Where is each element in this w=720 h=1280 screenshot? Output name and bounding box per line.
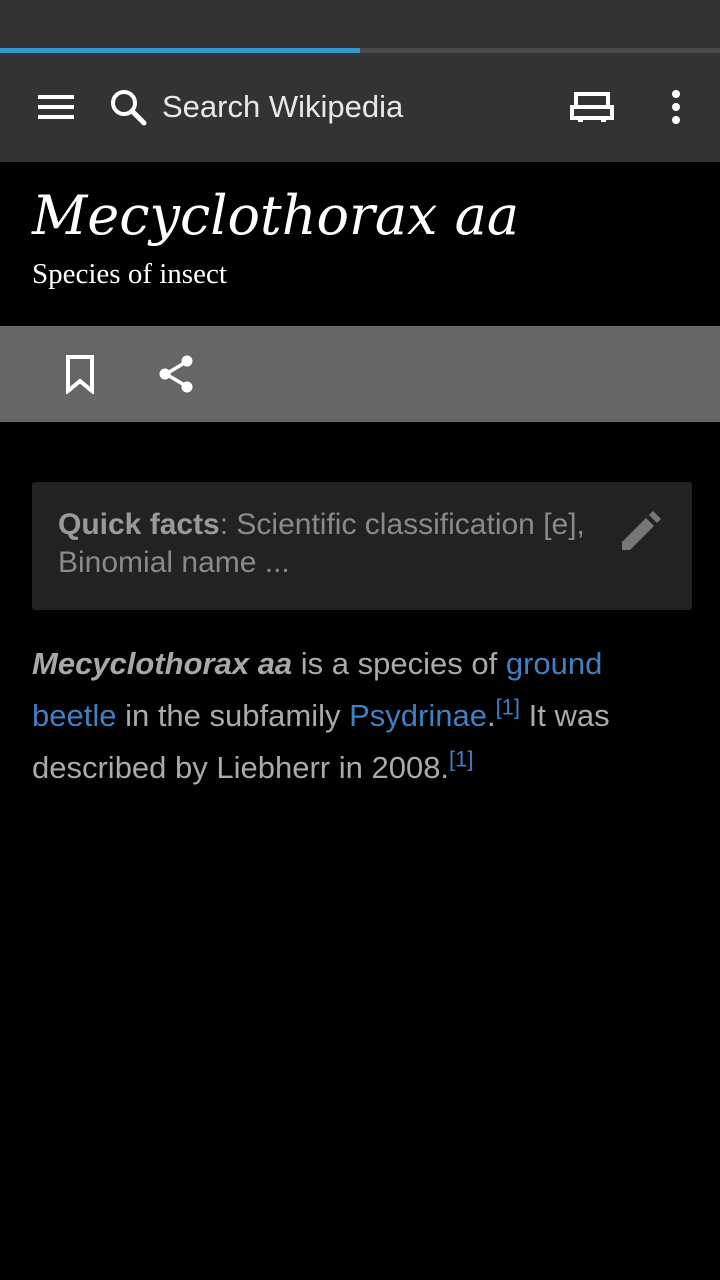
article-header: Mecyclothorax aa Species of insect xyxy=(0,162,720,326)
search-bar[interactable]: Search Wikipedia xyxy=(108,75,528,139)
species-name: Mecyclothorax aa xyxy=(32,646,293,681)
share-button[interactable] xyxy=(144,342,208,406)
menu-icon xyxy=(38,95,74,119)
edit-button[interactable] xyxy=(608,500,672,564)
page-description: Species of insect xyxy=(32,258,227,290)
quick-facts-box[interactable]: Quick facts: Scientific classification [… xyxy=(32,482,692,610)
reading-lists-button[interactable] xyxy=(556,75,628,139)
reference-link-1[interactable]: [1] xyxy=(449,747,473,772)
edit-pencil-icon xyxy=(622,511,661,550)
article-action-bar xyxy=(0,326,720,422)
link-psydrinae[interactable]: Psydrinae xyxy=(349,698,487,733)
overflow-menu-button[interactable] xyxy=(648,75,704,139)
paragraph-text: is a species of xyxy=(292,646,506,681)
quick-facts-separator: : xyxy=(219,508,237,541)
search-placeholder: Search Wikipedia xyxy=(162,89,404,124)
article-lead-paragraph: Mecyclothorax aa is a species of ground … xyxy=(32,638,682,794)
page-title: Mecyclothorax aa xyxy=(32,184,520,247)
save-bookmark-button[interactable] xyxy=(48,342,112,406)
share-icon xyxy=(159,355,193,393)
search-icon xyxy=(111,90,147,126)
menu-button[interactable] xyxy=(20,75,92,139)
quick-facts-label: Quick facts xyxy=(58,508,220,541)
reading-lists-icon xyxy=(570,92,614,122)
status-bar xyxy=(0,0,720,50)
paragraph-text: . xyxy=(486,698,496,733)
bookmark-icon xyxy=(66,355,94,394)
quick-facts-text: Quick facts: Scientific classification [… xyxy=(58,506,588,582)
reference-link-1[interactable]: [1] xyxy=(496,695,520,720)
top-toolbar: Search Wikipedia xyxy=(0,53,720,162)
paragraph-text: in the subfamily xyxy=(116,698,350,733)
overflow-icon xyxy=(672,90,680,124)
